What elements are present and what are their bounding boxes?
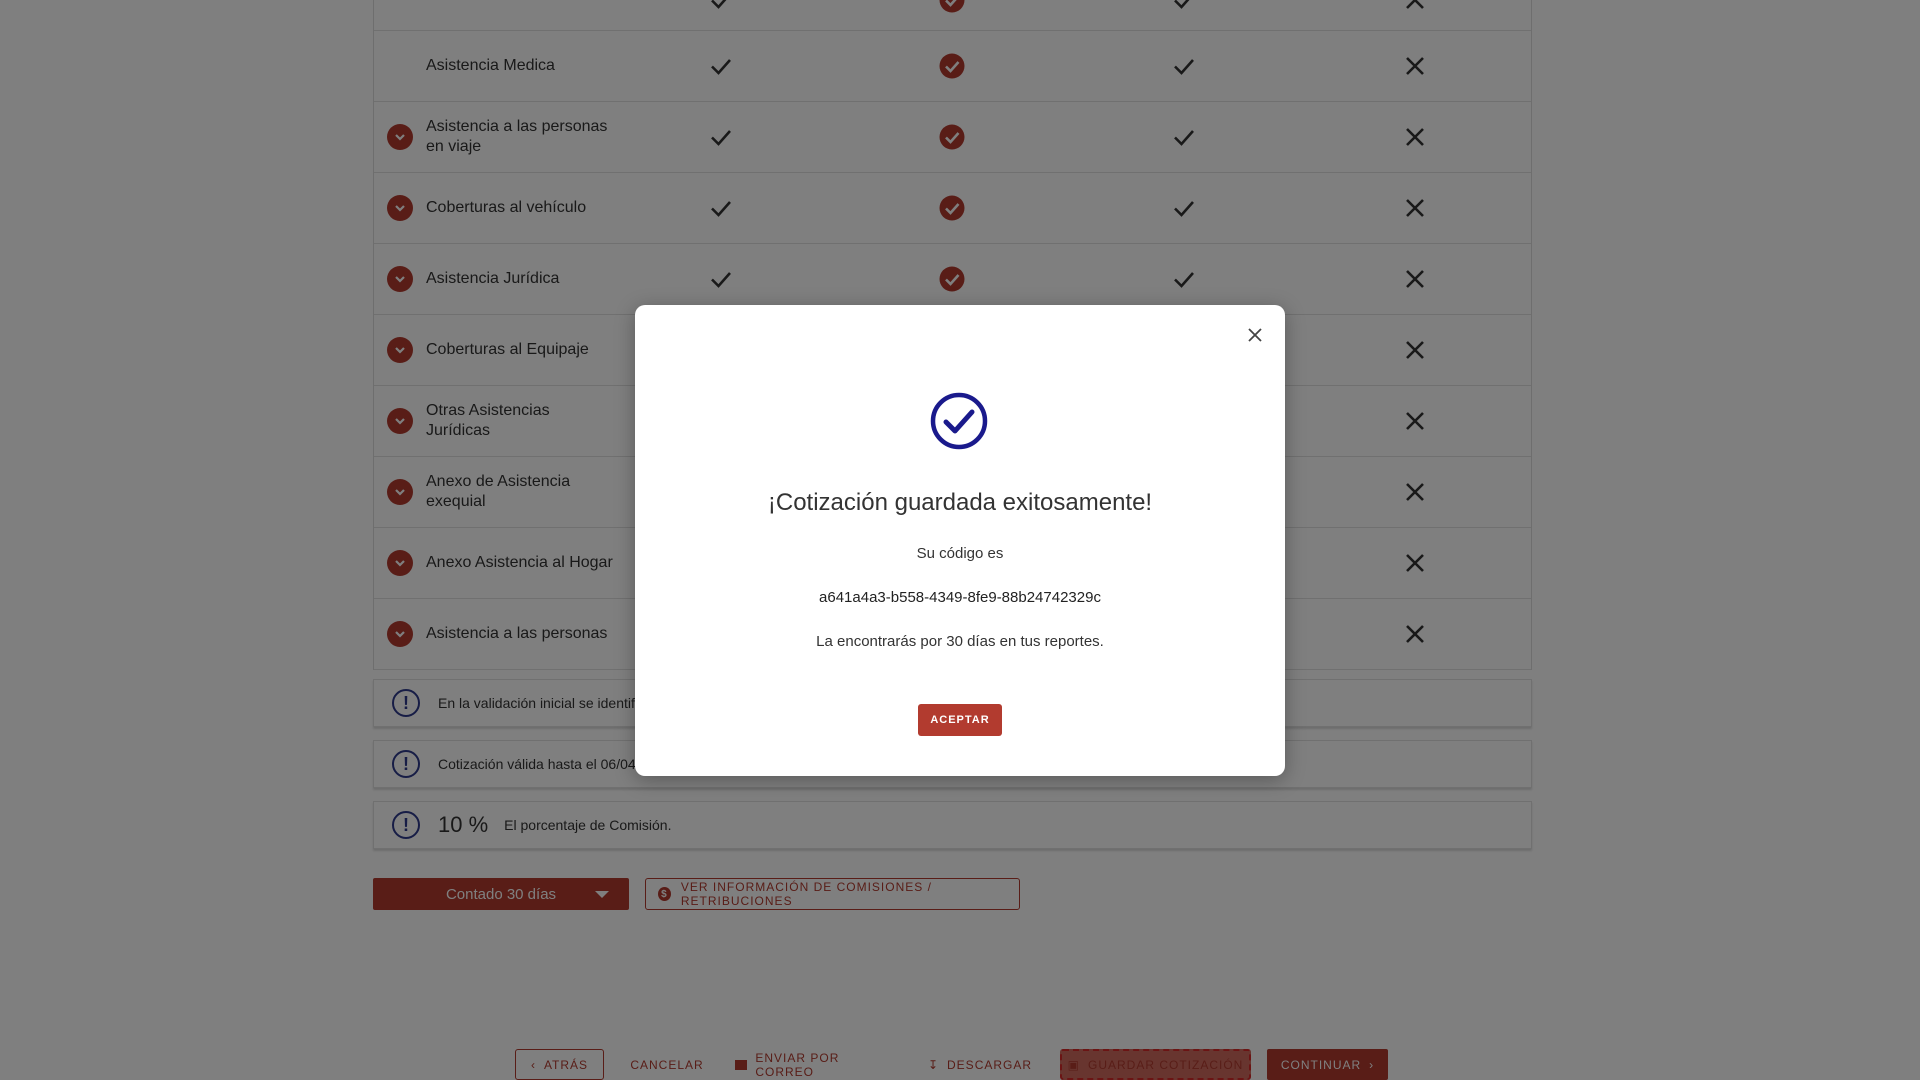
close-icon (1248, 328, 1262, 342)
dialog-note: La encontrarás por 30 días en tus report… (816, 633, 1104, 650)
check-circle-icon (930, 392, 988, 450)
dialog-title: ¡Cotización guardada exitosamente! (767, 489, 1153, 516)
code-label: Su código es (916, 545, 1004, 562)
quote-code: a641a4a3-b558-4349-8fe9-88b24742329c (819, 589, 1101, 606)
accept-button[interactable]: ACEPTAR (918, 704, 1002, 736)
close-button[interactable] (1243, 323, 1267, 347)
save-success-dialog: ¡Cotización guardada exitosamente! Su có… (635, 305, 1285, 776)
